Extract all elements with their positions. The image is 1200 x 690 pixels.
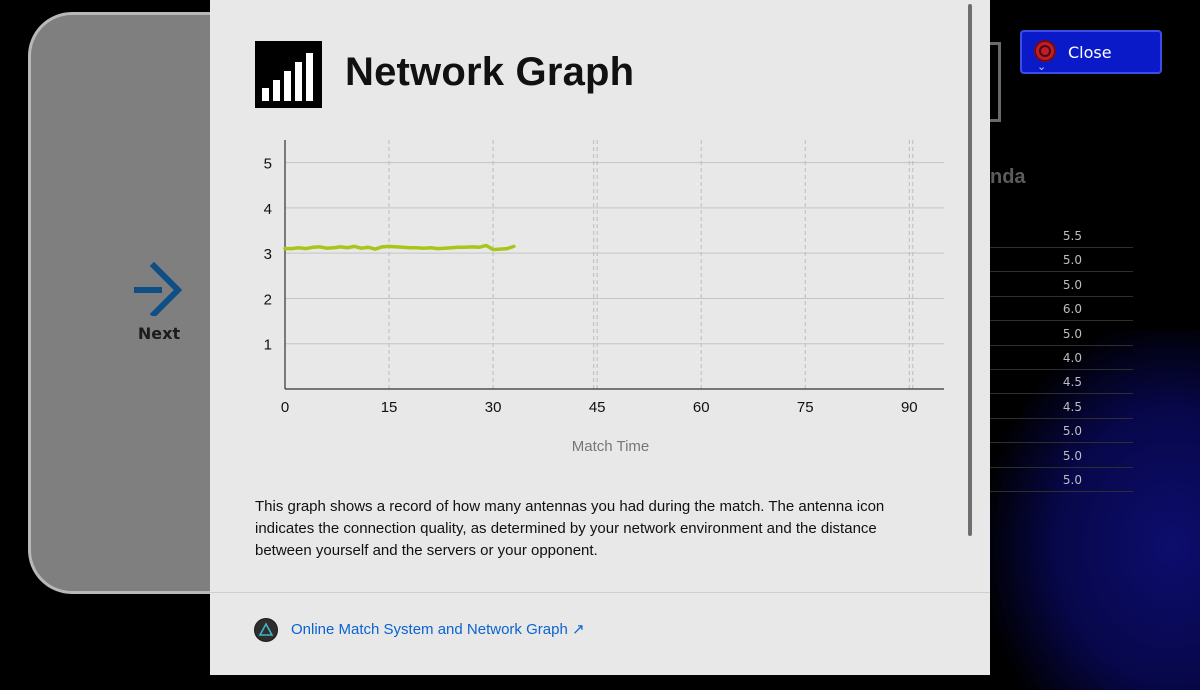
- y-tick-label: 3: [264, 246, 272, 263]
- antenna-bars-icon: [255, 41, 322, 108]
- stat-value: 5.0: [1062, 424, 1082, 439]
- x-tick-label: 30: [485, 399, 502, 416]
- stat-row: 5.0: [990, 248, 1133, 273]
- stat-value: 5.0: [1062, 253, 1082, 268]
- close-label: Close: [1068, 43, 1112, 62]
- stat-value: 4.0: [1062, 351, 1082, 365]
- background-heading: nda: [990, 166, 1026, 188]
- stat-row: 4.0: [990, 346, 1133, 370]
- stat-row: 4.5: [990, 395, 1133, 419]
- series-line: [283, 243, 516, 252]
- description-text: This graph shows a record of how many an…: [255, 498, 885, 559]
- stat-value: 5.5: [1062, 229, 1082, 243]
- x-tick-label: 60: [693, 399, 710, 416]
- network-graph-modal: Network Graph 1 2 3 4 5 0 15 30 45 60 75 90 Match Ti…: [210, 0, 990, 675]
- chevron-down-icon: ⌄: [1037, 60, 1047, 73]
- divider: [210, 592, 990, 593]
- x-tick-label: 45: [589, 399, 606, 416]
- next-button[interactable]: Next: [120, 262, 198, 343]
- modal-title: Network Graph: [345, 50, 635, 94]
- close-button[interactable]: ⌄ Close: [1020, 30, 1162, 74]
- scrollbar[interactable]: [968, 4, 972, 536]
- stat-row: 5.0: [990, 419, 1133, 444]
- stat-row: 5.0: [990, 273, 1133, 297]
- stat-row: 4.5: [990, 370, 1133, 395]
- stat-row: 5.5: [990, 224, 1133, 248]
- circle-button-icon: [1034, 40, 1056, 62]
- stat-value: 4.5: [1062, 399, 1082, 414]
- stat-row: 5.0: [990, 322, 1133, 346]
- stat-value: 4.5: [1062, 375, 1082, 390]
- stat-value: 5.0: [1062, 448, 1082, 463]
- y-tick-label: 2: [264, 291, 272, 308]
- next-arrow-icon: [120, 262, 198, 316]
- y-tick-label: 4: [264, 201, 272, 218]
- next-label: Next: [137, 324, 181, 343]
- x-tick-label: 75: [797, 399, 814, 416]
- stat-row: 6.0: [990, 297, 1133, 322]
- triangle-button-icon: [255, 619, 277, 641]
- help-link[interactable]: Online Match System and Network Graph ↗: [291, 620, 585, 638]
- network-chart: 1 2 3 4 5 0 15 30 45 60 75 90 Match Time: [248, 140, 958, 460]
- stat-value: 5.0: [1062, 326, 1082, 341]
- stat-row: 5.0: [990, 468, 1133, 492]
- stat-value: 6.0: [1062, 302, 1082, 317]
- x-axis-label: Match Time: [572, 438, 650, 455]
- x-tick-label: 15: [381, 399, 398, 416]
- y-tick-label: 5: [264, 156, 272, 173]
- x-tick-label: 0: [281, 399, 289, 416]
- stat-value: 5.0: [1062, 473, 1082, 487]
- stat-value: 5.0: [1062, 277, 1082, 292]
- stat-row: 5.0: [990, 444, 1133, 468]
- y-tick-label: 1: [264, 337, 272, 354]
- x-tick-label: 90: [901, 399, 918, 416]
